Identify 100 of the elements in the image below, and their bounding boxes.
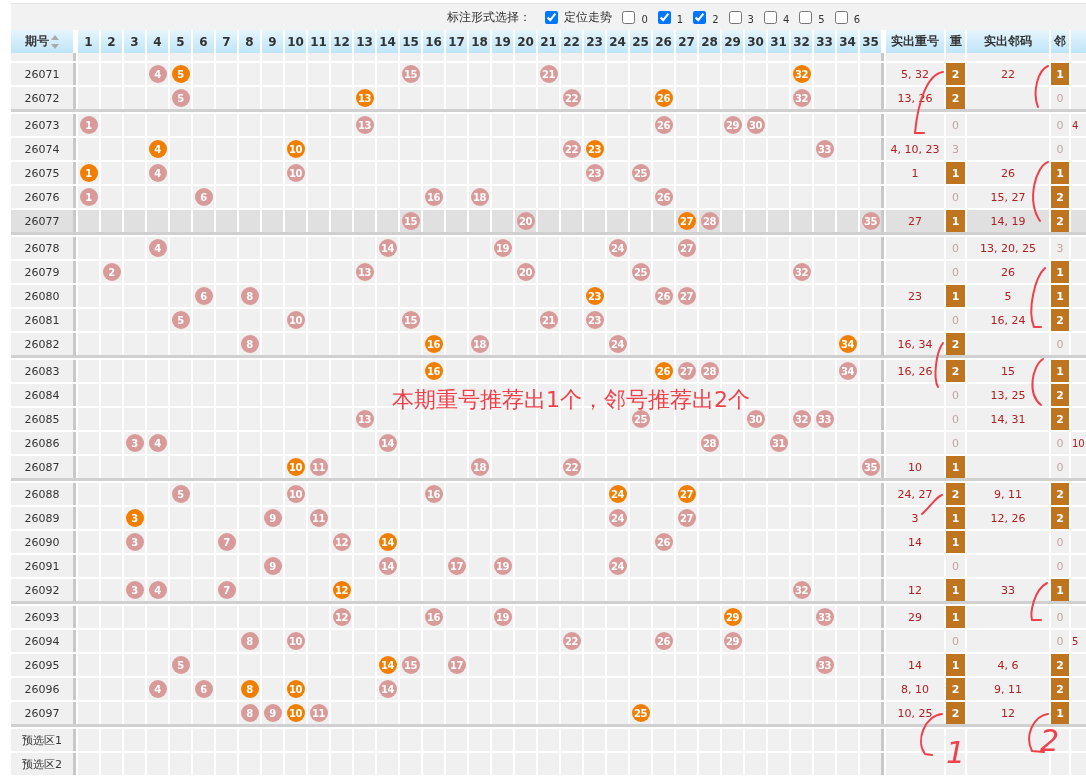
number-ball: 15 [401, 656, 420, 674]
number-ball: 27 [677, 509, 696, 527]
period-cell-text: 26083 [23, 363, 61, 380]
number-ball: 4 [148, 65, 167, 83]
number-ball: 13 [355, 410, 374, 428]
neighbor-count: 1 [1051, 702, 1069, 724]
neighbor-count: 2 [1051, 384, 1069, 406]
number-ball: 32 [792, 581, 811, 599]
column-header: 20 [515, 30, 536, 53]
table-cell: 10 [1072, 437, 1085, 449]
number-ball: 24 [608, 509, 627, 527]
period-cell-text: 26091 [23, 558, 61, 575]
number-ball: 26 [654, 116, 673, 134]
highlighted-number-ball: 10 [286, 704, 305, 722]
number-ball: 5 [171, 485, 190, 503]
period-cell-text: 26094 [23, 633, 61, 650]
column-header: 7 [216, 30, 237, 53]
column-header: 14 [377, 30, 398, 53]
number-ball: 14 [378, 239, 397, 257]
neighbor-numbers: 13, 20, 25 [980, 241, 1036, 255]
repeat-count: 0 [951, 189, 960, 206]
highlighted-number-ball: 26 [654, 89, 673, 107]
repeat-count: 0 [951, 633, 960, 650]
repeat-numbers: 3 [911, 511, 919, 525]
number-ball: 21 [539, 311, 558, 329]
hand-drawn-bracket [914, 71, 944, 134]
number-ball: 35 [861, 212, 880, 230]
row-label: 预选区1 [21, 732, 63, 749]
neighbor-numbers: 16, 24 [990, 313, 1026, 327]
column-header: 13 [354, 30, 375, 53]
checkbox[interactable] [728, 10, 742, 24]
repeat-numbers: 8, 10 [901, 682, 929, 696]
neighbor-count: 2 [1051, 678, 1069, 700]
number-ball: 8 [240, 704, 259, 722]
highlighted-number-ball: 23 [585, 287, 604, 305]
number-ball: 14 [378, 557, 397, 575]
number-ball: 6 [194, 287, 213, 305]
number-ball: 20 [516, 212, 535, 230]
period-cell-text: 26095 [23, 657, 61, 674]
repeat-count: 1 [946, 285, 965, 307]
number-ball: 4 [148, 434, 167, 452]
handwritten-label: 1 [946, 738, 966, 768]
checkbox[interactable] [693, 10, 707, 24]
neighbor-count: 0 [1055, 609, 1065, 626]
column-header[interactable]: 期号 [11, 30, 73, 53]
period-cell-text: 26097 [23, 705, 61, 722]
number-ball: 17 [447, 557, 466, 575]
highlighted-number-ball: 27 [677, 485, 696, 503]
period-cell-text: 26071 [23, 66, 61, 83]
column-header: 34 [837, 30, 858, 53]
neighbor-count: 0 [1055, 459, 1065, 476]
table-cell: 5 [1072, 635, 1079, 647]
number-ball: 18 [470, 335, 489, 353]
number-ball: 28 [700, 212, 719, 230]
checkbox[interactable] [622, 10, 636, 24]
neighbor-count: 0 [1055, 633, 1065, 650]
neighbor-numbers: 12 [1001, 706, 1015, 720]
number-ball: 27 [677, 239, 696, 257]
column-header: 28 [699, 30, 720, 53]
number-ball: 10 [286, 485, 305, 503]
column-header: 25 [630, 30, 651, 53]
repeat-count: 0 [951, 387, 960, 404]
neighbor-count: 1 [1051, 162, 1069, 184]
hand-drawn-bracket [1031, 358, 1044, 406]
column-header: 3 [124, 30, 145, 53]
checkbox[interactable] [834, 10, 848, 24]
number-ball: 8 [240, 335, 259, 353]
repeat-numbers: 16, 34 [897, 337, 933, 351]
checkbox[interactable] [545, 10, 559, 24]
number-ball: 29 [723, 632, 742, 650]
number-ball: 32 [792, 89, 811, 107]
neighbor-count: 2 [1051, 483, 1069, 505]
period-cell-text: 26079 [23, 264, 61, 281]
period-cell-text: 26090 [23, 534, 61, 551]
highlighted-number-ball: 34 [838, 335, 857, 353]
highlighted-number-ball: 23 [585, 140, 604, 158]
column-header: 26 [653, 30, 674, 53]
column-header: 15 [400, 30, 421, 53]
number-ball: 29 [723, 116, 742, 134]
highlighted-number-ball: 13 [355, 89, 374, 107]
number-ball: 11 [309, 704, 328, 722]
hand-drawn-bracket [1030, 582, 1048, 621]
repeat-count: 1 [946, 162, 965, 184]
number-ball: 10 [286, 311, 305, 329]
repeat-count: 2 [946, 333, 965, 355]
neighbor-numbers: 22 [1001, 67, 1015, 81]
period-cell-text: 26080 [23, 288, 61, 305]
repeat-count: 0 [951, 411, 960, 428]
period-cell-text: 26084 [23, 387, 61, 404]
number-ball: 22 [562, 140, 581, 158]
column-header: 30 [745, 30, 766, 53]
column-header: 9 [262, 30, 283, 53]
checkbox[interactable] [799, 10, 813, 24]
number-ball: 23 [585, 164, 604, 182]
number-ball: 25 [631, 410, 650, 428]
checkbox[interactable] [657, 10, 671, 24]
number-ball: 10 [286, 164, 305, 182]
checkbox[interactable] [763, 10, 777, 24]
number-ball: 3 [125, 434, 144, 452]
number-ball: 14 [378, 434, 397, 452]
